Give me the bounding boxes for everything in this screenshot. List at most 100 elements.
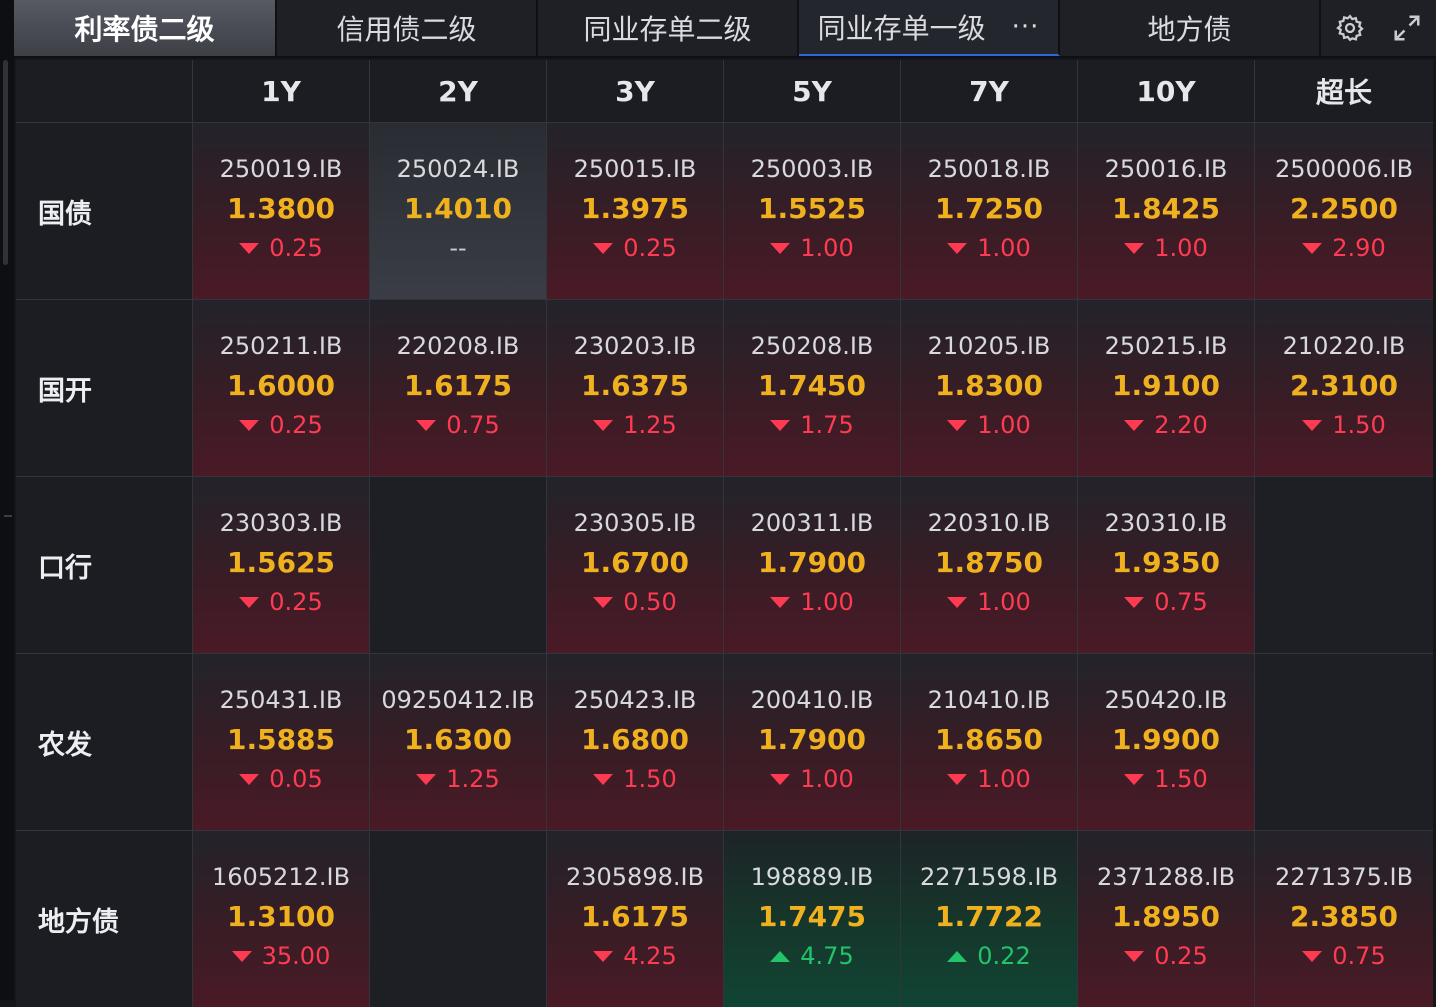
change-value: 0.75 bbox=[1154, 588, 1208, 616]
bond-code: 210220.IB bbox=[1282, 332, 1406, 360]
change-value: 4.75 bbox=[800, 942, 854, 970]
yield-change: 1.25 bbox=[416, 762, 500, 796]
yield-change: 35.00 bbox=[231, 939, 330, 973]
bond-quote-cell[interactable]: 250423.IB 1.6800 1.50 bbox=[547, 654, 723, 830]
column-header[interactable]: 2Y bbox=[370, 60, 546, 122]
bond-quote-cell[interactable]: 250431.IB 1.5885 0.05 bbox=[193, 654, 369, 830]
scrollbar-thumb[interactable] bbox=[3, 60, 8, 265]
bond-code: 230310.IB bbox=[1104, 509, 1228, 537]
down-arrow-icon bbox=[770, 419, 791, 431]
tab-ncd-secondary[interactable]: 同业存单二级 bbox=[538, 0, 799, 56]
bond-quote-cell[interactable]: 2271598.IB 1.7722 0.22 bbox=[901, 831, 1077, 1007]
bond-quote-cell[interactable]: 210220.IB 2.3100 1.50 bbox=[1255, 300, 1433, 476]
column-header[interactable]: 1Y bbox=[193, 60, 369, 122]
empty-cell bbox=[1255, 477, 1433, 653]
column-header[interactable]: 7Y bbox=[901, 60, 1077, 122]
yield-change: 0.25 bbox=[1124, 939, 1208, 973]
yield-change: 1.00 bbox=[1124, 231, 1208, 265]
yield-change: 1.00 bbox=[947, 408, 1031, 442]
down-arrow-icon bbox=[239, 596, 260, 608]
down-arrow-icon bbox=[593, 773, 614, 785]
column-header[interactable]: 超长 bbox=[1255, 60, 1433, 122]
more-icon[interactable]: ··· bbox=[1012, 12, 1040, 42]
down-arrow-icon bbox=[1302, 242, 1323, 254]
bond-yield: 1.5525 bbox=[757, 192, 867, 225]
empty-cell bbox=[370, 477, 546, 653]
up-arrow-icon bbox=[770, 950, 791, 962]
yield-change: 1.00 bbox=[770, 762, 854, 796]
bond-code: 1605212.IB bbox=[211, 863, 351, 891]
bond-quote-cell[interactable]: 230303.IB 1.5625 0.25 bbox=[193, 477, 369, 653]
tab-local-gov-bond[interactable]: 地方债 bbox=[1060, 0, 1321, 56]
tab-ncd-primary[interactable]: 同业存单一级 ··· bbox=[799, 0, 1060, 56]
change-value: 1.00 bbox=[977, 588, 1031, 616]
expand-icon[interactable] bbox=[1387, 8, 1427, 48]
bond-yield: 1.6800 bbox=[580, 723, 690, 756]
bond-quote-cell[interactable]: 210205.IB 1.8300 1.00 bbox=[901, 300, 1077, 476]
bond-code: 09250412.IB bbox=[381, 686, 535, 714]
bond-quote-cell[interactable]: 250003.IB 1.5525 1.00 bbox=[724, 123, 900, 299]
change-value: 0.25 bbox=[1154, 942, 1208, 970]
change-value: 1.25 bbox=[446, 765, 500, 793]
tab-rate-bond-secondary[interactable]: 利率债二级 bbox=[14, 0, 277, 56]
bond-quote-cell[interactable]: 250015.IB 1.3975 0.25 bbox=[547, 123, 723, 299]
bond-quote-cell[interactable]: 250016.IB 1.8425 1.00 bbox=[1078, 123, 1254, 299]
bond-quote-cell[interactable]: 250024.IB 1.4010 -- bbox=[370, 123, 546, 299]
bond-quote-cell[interactable]: 210410.IB 1.8650 1.00 bbox=[901, 654, 1077, 830]
bond-quote-cell[interactable]: 250019.IB 1.3800 0.25 bbox=[193, 123, 369, 299]
bond-yield: 2.3850 bbox=[1289, 900, 1399, 933]
down-arrow-icon bbox=[593, 419, 614, 431]
bond-quote-cell[interactable]: 198889.IB 1.7475 4.75 bbox=[724, 831, 900, 1007]
bond-code: 220208.IB bbox=[396, 332, 520, 360]
column-header[interactable]: 3Y bbox=[547, 60, 723, 122]
tab-credit-bond-secondary[interactable]: 信用债二级 bbox=[277, 0, 538, 56]
change-value: 0.50 bbox=[623, 588, 677, 616]
change-value: 1.50 bbox=[1332, 411, 1386, 439]
bond-code: 250211.IB bbox=[219, 332, 343, 360]
bond-yield: 2.3100 bbox=[1289, 369, 1399, 402]
bond-quote-cell[interactable]: 200410.IB 1.7900 1.00 bbox=[724, 654, 900, 830]
bond-quote-cell[interactable]: 250211.IB 1.6000 0.25 bbox=[193, 300, 369, 476]
bond-quote-cell[interactable]: 2305898.IB 1.6175 4.25 bbox=[547, 831, 723, 1007]
bond-quote-cell[interactable]: 230310.IB 1.9350 0.75 bbox=[1078, 477, 1254, 653]
bond-code: 220310.IB bbox=[927, 509, 1051, 537]
bond-quote-cell[interactable]: 200311.IB 1.7900 1.00 bbox=[724, 477, 900, 653]
bond-quote-cell[interactable]: 250208.IB 1.7450 1.75 bbox=[724, 300, 900, 476]
bond-quote-cell[interactable]: 230305.IB 1.6700 0.50 bbox=[547, 477, 723, 653]
yield-change: 0.25 bbox=[239, 585, 323, 619]
bond-quote-cell[interactable]: 2500006.IB 2.2500 2.90 bbox=[1255, 123, 1433, 299]
bond-quote-cell[interactable]: 250018.IB 1.7250 1.00 bbox=[901, 123, 1077, 299]
column-header[interactable]: 10Y bbox=[1078, 60, 1254, 122]
bond-quote-cell[interactable]: 2371288.IB 1.8950 0.25 bbox=[1078, 831, 1254, 1007]
change-value: 0.25 bbox=[623, 234, 677, 262]
gear-icon[interactable] bbox=[1330, 8, 1370, 48]
bond-code: 230303.IB bbox=[219, 509, 343, 537]
change-value: 1.00 bbox=[977, 234, 1031, 262]
bond-yield: 1.8750 bbox=[934, 546, 1044, 579]
bond-quote-cell[interactable]: 250215.IB 1.9100 2.20 bbox=[1078, 300, 1254, 476]
change-value: 1.75 bbox=[800, 411, 854, 439]
left-scrollbar[interactable] bbox=[0, 0, 14, 1000]
change-value: 1.00 bbox=[977, 765, 1031, 793]
bond-quote-cell[interactable]: 230203.IB 1.6375 1.25 bbox=[547, 300, 723, 476]
bond-yield: 1.3800 bbox=[226, 192, 336, 225]
bond-yield: 1.6175 bbox=[580, 900, 690, 933]
column-header[interactable]: 5Y bbox=[724, 60, 900, 122]
down-arrow-icon bbox=[593, 950, 614, 962]
bond-yield: 1.9900 bbox=[1111, 723, 1221, 756]
bond-quote-cell[interactable]: 2271375.IB 2.3850 0.75 bbox=[1255, 831, 1433, 1007]
down-arrow-icon bbox=[1302, 419, 1323, 431]
bond-yield: 1.9350 bbox=[1111, 546, 1221, 579]
yield-change: 2.20 bbox=[1124, 408, 1208, 442]
down-arrow-icon bbox=[770, 773, 791, 785]
bond-yield: 1.5625 bbox=[226, 546, 336, 579]
bond-quote-cell[interactable]: 1605212.IB 1.3100 35.00 bbox=[193, 831, 369, 1007]
bond-quote-cell[interactable]: 220310.IB 1.8750 1.00 bbox=[901, 477, 1077, 653]
change-value: 0.75 bbox=[1332, 942, 1386, 970]
yield-change: 0.25 bbox=[239, 408, 323, 442]
bond-quote-cell[interactable]: 220208.IB 1.6175 0.75 bbox=[370, 300, 546, 476]
bond-quote-cell[interactable]: 09250412.IB 1.6300 1.25 bbox=[370, 654, 546, 830]
bond-code: 250215.IB bbox=[1104, 332, 1228, 360]
bond-quote-cell[interactable]: 250420.IB 1.9900 1.50 bbox=[1078, 654, 1254, 830]
change-value: 0.75 bbox=[446, 411, 500, 439]
